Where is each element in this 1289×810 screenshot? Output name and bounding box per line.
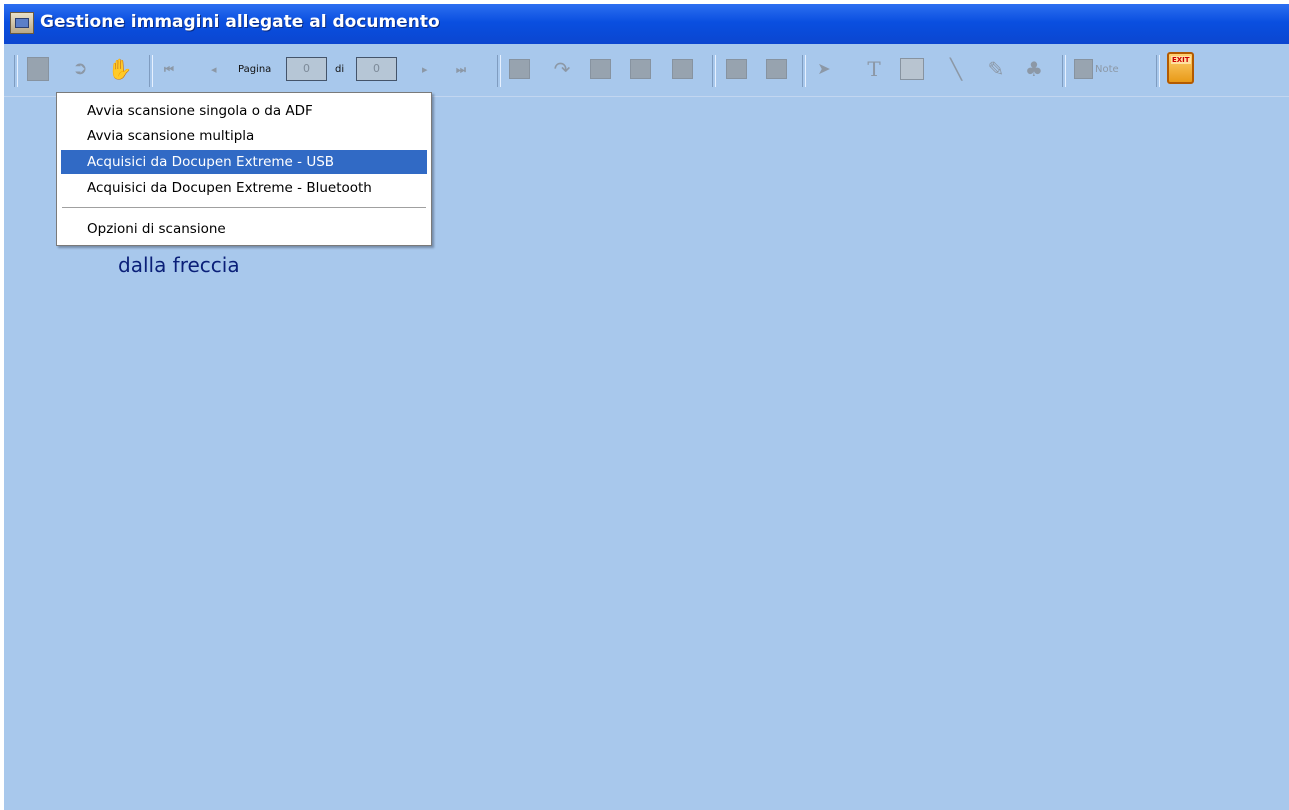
rectangle-icon [900,58,924,80]
actual-size-icon [671,59,693,79]
menu-item-multiple-scan[interactable]: Avvia scansione multipla [61,124,427,148]
exit-label: EXIT [1171,56,1191,64]
zoom-button[interactable] [507,56,531,82]
actual-size-button[interactable] [670,56,694,82]
toolbar-separator [497,55,501,87]
scan-button[interactable] [26,56,50,82]
hand-icon: ✋ [107,57,133,81]
next-page-icon[interactable]: ▸ [422,63,428,76]
copy-button[interactable] [724,56,748,82]
toolbar-separator [802,55,806,87]
title-bar[interactable]: Gestione immagini allegate al documento [4,4,1289,45]
pointer-icon: ➤ [817,59,831,78]
toolbar-separator [1156,55,1160,87]
page-number-field[interactable]: 0 [286,57,327,81]
fit-width-button[interactable] [588,56,612,82]
fit-width-icon [589,59,611,79]
scan-dropdown-button[interactable]: ➲ [68,56,92,82]
line-icon: ╲ [949,57,963,81]
select-tool-button[interactable]: ➤ [812,56,836,82]
rectangle-tool-button[interactable] [900,56,924,82]
menu-item-scan-options[interactable]: Opzioni di scansione [61,217,427,241]
stamp-tool-button[interactable]: ♣ [1022,56,1046,82]
rotate-icon: ↷ [553,57,571,81]
delete-icon [765,59,787,79]
notes-label: Note [1095,63,1119,75]
window-title: Gestione immagini allegate al documento [40,12,440,32]
toolbar-separator [1062,55,1066,87]
pencil-tool-button[interactable]: ✎ [984,56,1008,82]
delete-button[interactable] [764,56,788,82]
text-tool-button[interactable]: T [862,56,886,82]
menu-item-docupen-bluetooth[interactable]: Acquisici da Docupen Extreme - Bluetooth [61,176,427,200]
pencil-icon: ✎ [987,57,1005,81]
acquire-button[interactable]: ✋ [107,56,133,82]
rotate-button[interactable]: ↷ [550,56,574,82]
line-tool-button[interactable]: ╲ [944,56,968,82]
first-page-icon[interactable]: ⏮ [164,63,174,77]
fit-page-icon [629,59,651,79]
app-image-icon [10,12,34,34]
text-icon: T [867,57,881,81]
notes-button[interactable]: Note [1074,56,1119,82]
zoom-icon [508,59,530,79]
toolbar-separator [712,55,716,87]
workspace-hint-text: dalla freccia [118,253,240,277]
toolbar-separator [14,55,18,87]
toolbar: ➲ ✋ ⏮ ◂ Pagina 0 di 0 ▸ ⏭ ↷ ➤ T ╲ ✎ ♣ No… [4,44,1289,97]
last-page-icon[interactable]: ⏭ [456,63,466,77]
page-label: Pagina [238,64,272,75]
previous-page-icon[interactable]: ◂ [211,63,217,76]
fit-page-button[interactable] [628,56,652,82]
scanner-icon [27,57,49,81]
menu-item-docupen-usb[interactable]: Acquisici da Docupen Extreme - USB [61,150,427,174]
arrow-right-icon: ➲ [72,58,88,79]
exit-button[interactable]: EXIT [1167,52,1194,84]
stamp-icon: ♣ [1025,57,1043,81]
of-label: di [335,64,345,75]
copy-icon [725,59,747,79]
total-pages-field[interactable]: 0 [356,57,397,81]
toolbar-separator [149,55,153,87]
scan-menu: Avvia scansione singola o da ADF Avvia s… [56,92,432,246]
note-icon [1074,59,1093,79]
menu-item-single-scan[interactable]: Avvia scansione singola o da ADF [61,99,427,123]
menu-separator [62,207,426,209]
